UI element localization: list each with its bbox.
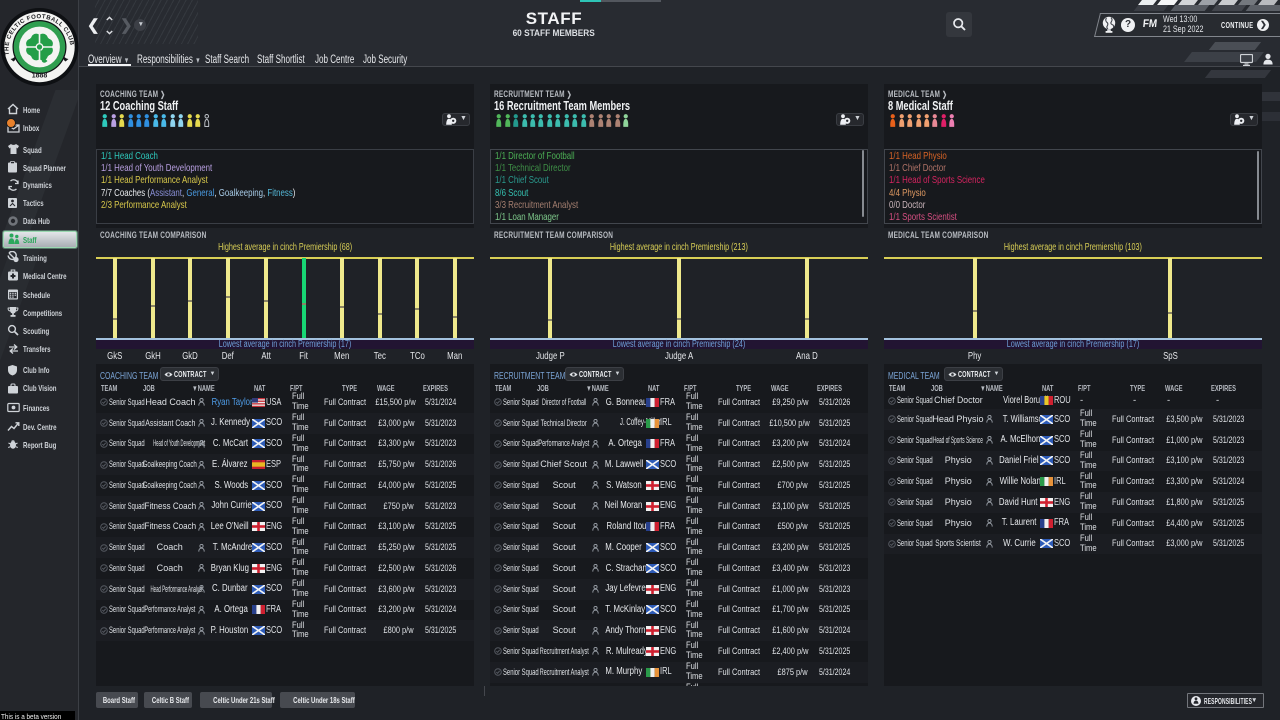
svg-text:1888: 1888 <box>32 73 48 80</box>
